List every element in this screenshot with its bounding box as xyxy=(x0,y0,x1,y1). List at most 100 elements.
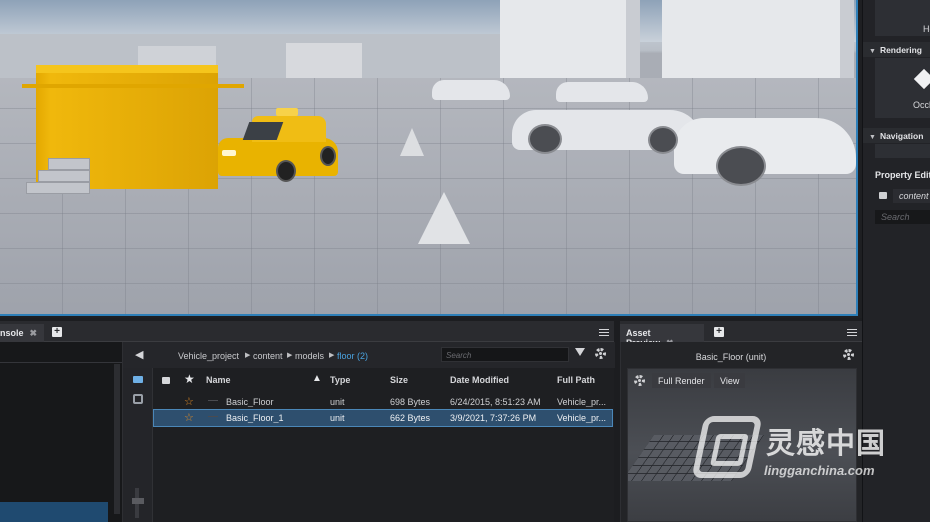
console-divider xyxy=(0,362,122,363)
roadster-mid-wheel-2 xyxy=(648,126,678,154)
top-tile[interactable]: He xyxy=(875,0,930,36)
table-row[interactable]: ☆ Basic_Floor unit 698 Bytes 6/24/2015, … xyxy=(154,394,612,410)
file-browser-panel: ◀ Vehicle_project ▶ content ▶ models ▶ f… xyxy=(122,342,615,522)
add-tab-icon-preview[interactable]: + xyxy=(714,327,724,337)
panel-menu-icon[interactable] xyxy=(599,329,609,336)
top-tile-label: He xyxy=(923,24,930,34)
tower-mid xyxy=(500,0,640,90)
cube-icon xyxy=(913,68,930,90)
property-editor-title: Property Edito xyxy=(875,170,930,180)
breadcrumb-sep-icon: ▶ xyxy=(245,352,251,359)
occlusion-label: Occlud xyxy=(913,100,930,110)
yellow-beam xyxy=(22,84,244,88)
row-marker-2 xyxy=(208,416,218,417)
taxi-wheel-rear xyxy=(320,146,336,166)
taxi-wheel-front xyxy=(276,160,296,182)
filter-icon[interactable] xyxy=(575,348,585,356)
row-date: 6/24/2015, 8:51:23 AM xyxy=(450,397,541,407)
row-type-2: unit xyxy=(330,413,345,423)
preview-title: Basic_Floor (unit) xyxy=(695,352,767,362)
collapse-arrow-icon: ▼ xyxy=(869,48,876,55)
roadster-far-2[interactable] xyxy=(556,82,648,102)
lock-column-icon[interactable] xyxy=(162,377,170,384)
zoom-slider-knob[interactable] xyxy=(132,498,144,504)
lock-icon[interactable] xyxy=(879,192,887,199)
row-name-2: Basic_Floor_1 xyxy=(226,413,284,423)
console-tab-label: nsole xyxy=(0,328,24,338)
settings-gear-icon[interactable] xyxy=(595,348,606,359)
preview-settings-gear-icon[interactable] xyxy=(843,349,854,360)
navigation-section-header[interactable]: ▼ Navigation xyxy=(863,128,930,143)
row-size-2: 662 Bytes xyxy=(390,413,431,423)
navigation-label: Navigation xyxy=(879,131,924,141)
taxi-car[interactable] xyxy=(216,108,340,186)
watermark: 灵感中国 lingganchina.com xyxy=(691,412,910,486)
full-render-button[interactable]: Full Render xyxy=(652,373,711,388)
row-date-2: 3/9/2021, 7:37:26 PM xyxy=(450,413,537,423)
table-row-selected[interactable]: ☆ Basic_Floor_1 unit 662 Bytes 3/9/2021,… xyxy=(153,409,613,427)
property-field-value: content xyxy=(899,191,929,201)
icon-rail xyxy=(123,368,153,522)
rendering-section-header[interactable]: ▼ Rendering xyxy=(863,42,930,57)
watermark-logo xyxy=(691,416,763,478)
console-selected-line[interactable] xyxy=(0,502,108,522)
right-dock: He ▼Rendering Occlud ▼Navigation Propert… xyxy=(862,0,930,318)
back-arrow-icon[interactable]: ◀ xyxy=(135,348,143,361)
file-search-placeholder: Search xyxy=(446,351,472,360)
favorite-star-icon-2[interactable]: ☆ xyxy=(184,411,194,424)
view-button[interactable]: View xyxy=(714,373,746,388)
row-path-2: Vehicle_pr... xyxy=(557,413,607,423)
file-search-input[interactable]: Search xyxy=(441,347,569,362)
col-header-path[interactable]: Full Path xyxy=(557,375,595,385)
file-table: ★ Name ▲ Type Size Date Modified Full Pa… xyxy=(153,368,615,522)
breadcrumb-sep-icon-3: ▶ xyxy=(329,352,335,359)
collapse-arrow-icon-2: ▼ xyxy=(869,134,876,141)
breadcrumb-content[interactable]: content xyxy=(253,351,283,361)
path-bar: ◀ Vehicle_project ▶ content ▶ models ▶ f… xyxy=(123,342,615,368)
breadcrumb-current-folder[interactable]: floor (2) xyxy=(337,351,368,361)
preview-tab-strip: Asset Preview✖ + xyxy=(620,321,862,348)
watermark-brand: 灵感中国 xyxy=(766,428,887,460)
breadcrumb-project[interactable]: Vehicle_project xyxy=(178,351,239,361)
favorite-column-icon[interactable]: ★ xyxy=(184,372,195,386)
console-scrollbar[interactable] xyxy=(114,364,120,514)
col-header-date[interactable]: Date Modified xyxy=(450,375,509,385)
left-tab-strip: nsole ✖ + xyxy=(0,321,614,342)
col-header-type[interactable]: Type xyxy=(330,375,350,385)
breadcrumb-models[interactable]: models xyxy=(295,351,324,361)
cone-large[interactable] xyxy=(418,192,470,244)
scene-viewport[interactable] xyxy=(0,0,858,316)
taxi-headlight xyxy=(222,150,236,156)
stairs-step-3 xyxy=(26,182,90,194)
import-icon[interactable] xyxy=(133,394,143,404)
col-header-size[interactable]: Size xyxy=(390,375,408,385)
render-settings-gear-icon[interactable] xyxy=(634,375,645,386)
property-search-input[interactable]: Search xyxy=(875,210,930,224)
add-tab-icon[interactable]: + xyxy=(52,327,62,337)
sort-indicator-icon: ▲ xyxy=(312,373,322,384)
close-icon[interactable]: ✖ xyxy=(30,328,38,338)
breadcrumb-sep-icon-2: ▶ xyxy=(287,352,293,359)
asset-preview-tab[interactable]: Asset Preview✖ xyxy=(620,324,704,348)
roadster-far-1[interactable] xyxy=(432,80,510,100)
row-marker xyxy=(208,400,218,401)
row-type: unit xyxy=(330,397,345,407)
row-name: Basic_Floor xyxy=(226,397,274,407)
property-field[interactable]: content xyxy=(893,189,930,203)
console-panel xyxy=(0,342,122,522)
row-size: 698 Bytes xyxy=(390,397,431,407)
cone-small[interactable] xyxy=(400,128,424,156)
col-header-name[interactable]: Name xyxy=(206,375,231,385)
preview-menu-icon[interactable] xyxy=(847,329,857,336)
row-path: Vehicle_pr... xyxy=(557,397,607,407)
navigation-tile[interactable] xyxy=(875,144,930,158)
rendering-label: Rendering xyxy=(879,45,922,55)
favorite-star-icon[interactable]: ☆ xyxy=(184,395,194,408)
stairs-step-1 xyxy=(48,158,90,170)
watermark-site: lingganchina.com xyxy=(764,463,875,478)
occlusion-tile[interactable]: Occlud xyxy=(875,58,930,118)
property-search-placeholder: Search xyxy=(881,212,910,222)
taxi-roof-sign xyxy=(276,108,298,116)
console-tab[interactable]: nsole ✖ xyxy=(0,324,44,342)
folder-icon[interactable] xyxy=(133,376,143,383)
